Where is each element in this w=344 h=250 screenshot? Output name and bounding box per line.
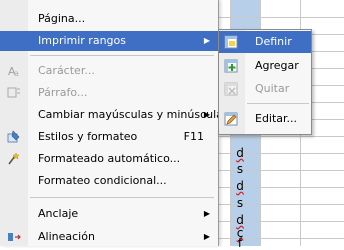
paragraph-icon (7, 87, 20, 98)
submenu-item-label: Editar... (255, 112, 298, 125)
cell-text[interactable]: f (234, 236, 246, 250)
menu-item-parrafo[interactable]: Párrafo... (0, 83, 218, 103)
menu-item-label: Carácter... (38, 64, 95, 77)
grid-line (210, 204, 344, 205)
submenu-item-editar[interactable]: Editar... (219, 108, 311, 130)
alignment-icon (8, 233, 21, 241)
submenu-item-agregar[interactable]: Agregar (219, 55, 311, 77)
print-ranges-submenu: Definir Agregar Quitar Editar... (218, 29, 312, 135)
menu-item-label: Imprimir rangos (38, 34, 126, 47)
menu-item-pagina[interactable]: Página... (0, 9, 218, 29)
submenu-item-label: Definir (255, 35, 292, 48)
cell-text[interactable]: d (234, 146, 246, 160)
character-icon: A a (8, 65, 19, 78)
submenu-separator (247, 103, 309, 104)
menu-item-caracter[interactable]: A a Carácter... (0, 61, 218, 81)
grid-line (210, 136, 344, 137)
menu-item-formateo-condicional[interactable]: Formateo condicional... (0, 171, 218, 191)
submenu-arrow-icon: ▶ (203, 209, 210, 218)
menu-separator (30, 197, 214, 198)
submenu-item-quitar[interactable]: Quitar (219, 78, 311, 100)
define-range-icon (224, 35, 238, 49)
cell-text[interactable]: d (234, 213, 246, 227)
cell-text[interactable]: s (234, 162, 246, 176)
add-range-icon (224, 59, 238, 73)
menu-item-anclaje[interactable]: Anclaje ▶ (0, 204, 218, 224)
styles-icon (7, 130, 20, 143)
menu-item-alineacion[interactable]: Alineación ▶ (0, 227, 218, 247)
menu-item-label: Anclaje (38, 207, 79, 220)
grid-line (210, 17, 344, 18)
submenu-arrow-icon: ▶ (203, 232, 210, 241)
menu-item-label: Cambiar mayúsculas y minúsculas (38, 108, 229, 121)
menu-item-estilos-formateo[interactable]: Estilos y formateo F11 (0, 127, 218, 147)
grid-line (210, 170, 344, 171)
grid-line (210, 153, 344, 154)
submenu-item-definir[interactable]: Definir (219, 31, 311, 53)
menu-item-label: Alineación (38, 230, 95, 243)
cell-text[interactable]: d (234, 179, 246, 193)
menu-separator (30, 55, 214, 56)
submenu-item-label: Agregar (255, 59, 299, 72)
grid-line (210, 221, 344, 222)
autoformat-icon (8, 152, 20, 165)
submenu-item-label: Quitar (255, 82, 290, 95)
menu-item-label: Párrafo... (38, 86, 88, 99)
context-menu: Página... Imprimir rangos ▶ A a Carácter… (0, 0, 229, 247)
menu-item-formateado-automatico[interactable]: Formateado automático... (0, 149, 218, 169)
menu-item-label: Página... (38, 12, 86, 25)
menu-item-cambiar-mayusculas[interactable]: Cambiar mayúsculas y minúsculas ▶ (0, 105, 229, 125)
cell-text[interactable]: s (234, 196, 246, 210)
menu-item-label: Formateado automático... (38, 152, 181, 165)
shortcut-label: F11 (183, 130, 204, 143)
edit-range-icon (224, 112, 238, 126)
menu-item-label: Estilos y formateo (38, 130, 138, 143)
menu-item-imprimir-rangos[interactable]: Imprimir rangos ▶ (0, 31, 218, 51)
grid-line (210, 187, 344, 188)
menu-item-label: Formateo condicional... (38, 174, 167, 187)
grid-line (210, 238, 344, 239)
submenu-arrow-icon: ▶ (203, 36, 210, 45)
submenu-arrow-icon: ▶ (203, 110, 210, 119)
remove-range-icon (224, 82, 238, 96)
svg-text:a: a (14, 69, 19, 78)
